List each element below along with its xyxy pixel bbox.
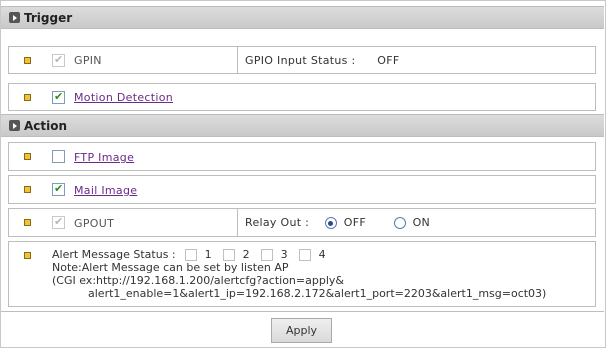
relay-on-radio[interactable] — [393, 217, 406, 229]
bullet-icon — [24, 219, 31, 226]
trigger-section-header: Trigger — [1, 6, 604, 29]
row-divider — [237, 47, 238, 73]
apply-button[interactable]: Apply — [271, 318, 332, 343]
alert-3-checkbox[interactable] — [261, 249, 274, 261]
ftp-image-link[interactable]: FTP Image — [74, 151, 134, 164]
bullet-icon — [24, 94, 31, 101]
bullet-icon — [24, 186, 31, 193]
alert-note-line-3: alert1_enable=1&alert1_ip=192.168.2.172&… — [88, 287, 547, 300]
bullet-icon — [24, 252, 31, 259]
gpin-checkbox[interactable] — [52, 53, 65, 67]
gpio-status-text: GPIO Input Status : OFF — [245, 54, 400, 67]
gpout-row: GPOUT Relay Out : OFF ON — [8, 208, 596, 237]
alert-2-label: 2 — [242, 248, 250, 261]
bullet-icon — [24, 57, 31, 64]
alert-1-label: 1 — [204, 248, 212, 261]
alert-status-line: Alert Message Status : 1 2 3 4 — [52, 248, 546, 261]
relay-off-label: OFF — [343, 216, 366, 229]
alert-3-label: 3 — [280, 248, 288, 261]
alert-4-label: 4 — [318, 248, 326, 261]
alert-message-content: Alert Message Status : 1 2 3 4 Note:Aler… — [52, 248, 546, 300]
action-section-header: Action — [1, 114, 604, 137]
relay-on-label: ON — [412, 216, 431, 229]
motion-detection-link[interactable]: Motion Detection — [74, 91, 173, 104]
motion-detection-checkbox[interactable] — [52, 90, 65, 104]
gpout-label: GPOUT — [74, 217, 115, 230]
mail-image-checkbox[interactable] — [52, 182, 65, 196]
relay-off-radio[interactable] — [324, 217, 337, 229]
action-header-label: Action — [24, 118, 68, 133]
apply-bar-divider — [1, 311, 604, 312]
alert-note-line-2: (CGI ex:http://192.168.1.200/alertcfg?ac… — [52, 274, 344, 287]
trigger-header-label: Trigger — [24, 10, 73, 25]
relay-out-label: Relay Out : — [245, 216, 310, 229]
alert-2-checkbox[interactable] — [223, 249, 236, 261]
ftp-image-checkbox[interactable] — [52, 150, 65, 163]
row-divider — [237, 209, 238, 236]
mail-image-link[interactable]: Mail Image — [74, 184, 137, 197]
alert-4-checkbox[interactable] — [299, 249, 312, 261]
gpin-label: GPIN — [74, 54, 102, 67]
mail-image-row: Mail Image — [8, 175, 596, 204]
alert-1-checkbox[interactable] — [185, 249, 198, 261]
relay-out-group: Relay Out : OFF ON — [245, 216, 430, 229]
bullet-icon — [24, 153, 31, 160]
arrow-right-icon — [9, 12, 20, 23]
alert-note-line-1: Note:Alert Message can be set by listen … — [52, 261, 289, 274]
motion-detection-row: Motion Detection — [8, 83, 596, 111]
gpio-status-value: OFF — [377, 54, 400, 67]
arrow-right-icon — [9, 120, 20, 131]
alert-status-label: Alert Message Status : — [52, 248, 176, 261]
gpout-checkbox[interactable] — [52, 215, 65, 229]
alert-message-row: Alert Message Status : 1 2 3 4 Note:Aler… — [8, 241, 596, 307]
ftp-image-row: FTP Image — [8, 142, 596, 171]
gpin-row: GPIN GPIO Input Status : OFF — [8, 46, 596, 74]
gpio-status-label: GPIO Input Status : — [245, 54, 356, 67]
